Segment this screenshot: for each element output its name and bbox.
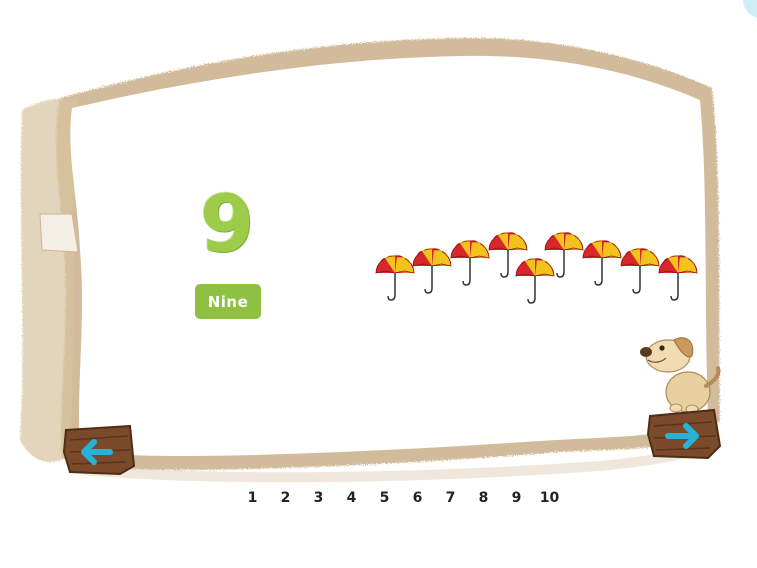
number-nav-5[interactable]: 5 [368, 490, 401, 514]
number-nav: 1 2 3 4 5 6 7 8 9 10 [236, 490, 566, 514]
number-nav-10[interactable]: 10 [533, 490, 566, 514]
number-nav-4[interactable]: 4 [335, 490, 368, 514]
next-button[interactable] [646, 406, 722, 462]
game-screen: 9 Nine 1 2 3 4 5 6 7 8 9 10 [0, 0, 757, 568]
number-word-label: Nine [207, 292, 249, 311]
prev-button[interactable] [60, 422, 138, 478]
number-nav-3[interactable]: 3 [302, 490, 335, 514]
number-nav-2[interactable]: 2 [269, 490, 302, 514]
dog-mascot [640, 337, 721, 414]
parchment-background [20, 37, 720, 483]
number-nav-9[interactable]: 9 [500, 490, 533, 514]
number-nav-1[interactable]: 1 [236, 490, 269, 514]
wood-sign-prev [62, 424, 136, 476]
number-nav-6[interactable]: 6 [401, 490, 434, 514]
number-nav-8[interactable]: 8 [467, 490, 500, 514]
wood-sign-next [646, 408, 722, 460]
number-word-badge[interactable]: Nine [195, 284, 261, 319]
number-nav-7[interactable]: 7 [434, 490, 467, 514]
lesson-digit: 9 [199, 180, 255, 270]
